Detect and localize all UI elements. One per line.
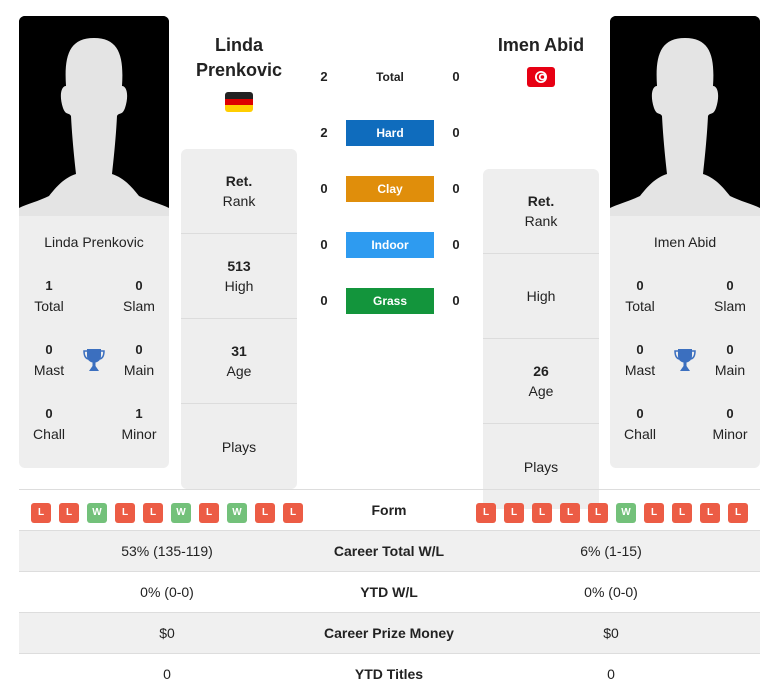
p2-title-total: 0 Total <box>625 278 655 314</box>
surface-clay[interactable]: Clay <box>346 176 434 202</box>
p1-title-main: 0 Main <box>123 342 155 378</box>
player1-stat: 53% (135-119) <box>121 543 213 559</box>
player2-h2h-count: 0 <box>452 125 460 140</box>
silhouette-icon <box>19 16 169 216</box>
player1-name[interactable]: Linda Prenkovic <box>181 33 297 83</box>
form-loss-badge[interactable]: L <box>476 503 496 523</box>
stat-label: Career Prize Money <box>324 625 454 641</box>
player1-photo[interactable] <box>19 16 169 216</box>
form-loss-badge[interactable]: L <box>532 503 552 523</box>
form-loss-badge[interactable]: L <box>644 503 664 523</box>
player1-h2h-count: 2 <box>320 69 328 84</box>
player2-stat: $0 <box>603 625 619 641</box>
surface-grass[interactable]: Grass <box>346 288 434 314</box>
player2-stat: 6% (1-15) <box>580 543 642 559</box>
p2-high: High <box>483 254 599 339</box>
surface-total[interactable]: Total <box>346 64 434 90</box>
player2-card-name: Imen Abid <box>653 234 717 250</box>
form-loss-badge[interactable]: L <box>588 503 608 523</box>
stats-row: 0% (0-0) YTD W/L 0% (0-0) <box>19 571 760 612</box>
h2h-row-hard: 2 Hard 0 <box>310 120 470 146</box>
player2-h2h-count: 0 <box>452 293 460 308</box>
player2-h2h-count: 0 <box>452 181 460 196</box>
player1-h2h-count: 0 <box>320 293 328 308</box>
player1-h2h-count: 0 <box>320 237 328 252</box>
stat-label: Career Total W/L <box>333 543 445 559</box>
player2-stat: 0% (0-0) <box>584 584 638 600</box>
p1-title-mast: 0 Mast <box>33 342 65 378</box>
p2-age: 26 Age <box>483 339 599 424</box>
player2-photo[interactable] <box>610 16 760 216</box>
form-loss-badge[interactable]: L <box>504 503 524 523</box>
player2-card: Imen Abid 0 Total 0 Slam 0 Mast 0 Main 0 Chal… <box>610 16 760 468</box>
trophy-icon <box>672 347 698 373</box>
germany-flag-icon <box>225 92 253 112</box>
h2h-row-total: 2 Total 0 <box>310 64 470 90</box>
stats-row: 53% (135-119) Career Total W/L 6% (1-15) <box>19 530 760 571</box>
player1-info: Ret. Rank 513 High 31 Age Plays <box>181 149 297 489</box>
form-loss-badge[interactable]: L <box>700 503 720 523</box>
form-row: LLWLLWLWLL Form LLLLLWLLLL <box>19 489 760 530</box>
stats-row: $0 Career Prize Money $0 <box>19 612 760 653</box>
surface-hard[interactable]: Hard <box>346 120 434 146</box>
player1-h2h-count: 2 <box>320 125 328 140</box>
p1-plays: Plays <box>221 438 257 455</box>
surface-indoor[interactable]: Indoor <box>346 232 434 258</box>
h2h-row-grass: 0 Grass 0 <box>310 288 470 314</box>
stats-row: 0 YTD Titles 0 <box>19 653 760 694</box>
p1-rank: Ret. Rank <box>181 149 297 234</box>
p1-title-chall: 0 Chall <box>33 406 65 442</box>
form-loss-badge[interactable]: L <box>672 503 692 523</box>
p2-title-slam: 0 Slam <box>714 278 746 314</box>
tunisia-flag-icon <box>527 67 555 87</box>
p2-title-minor: 0 Minor <box>712 406 748 442</box>
p1-age: 31 Age <box>181 319 297 404</box>
form-win-badge[interactable]: W <box>616 503 636 523</box>
p1-title-slam: 0 Slam <box>123 278 155 314</box>
trophy-icon <box>81 347 107 373</box>
p1-title-total: 1 Total <box>34 278 64 314</box>
player2-stat: 0 <box>607 666 615 682</box>
p2-title-main: 0 Main <box>714 342 746 378</box>
stat-label: YTD W/L <box>360 584 418 600</box>
player2-form: LLLLLWLLLL <box>19 490 760 530</box>
player1-stat: 0% (0-0) <box>140 584 194 600</box>
p2-title-chall: 0 Chall <box>624 406 656 442</box>
player1-card-name: Linda Prenkovic <box>44 234 144 250</box>
player1-stat: $0 <box>159 625 175 641</box>
h2h-row-indoor: 0 Indoor 0 <box>310 232 470 258</box>
player2-h2h-count: 0 <box>452 237 460 252</box>
stat-label: YTD Titles <box>354 666 424 682</box>
p1-title-minor: 1 Minor <box>121 406 157 442</box>
player1-h2h-count: 0 <box>320 181 328 196</box>
player1-card: Linda Prenkovic 1 Total 0 Slam 0 Mast 0 Main… <box>19 16 169 468</box>
player1-stat: 0 <box>163 666 171 682</box>
player2-name[interactable]: Imen Abid <box>483 33 599 58</box>
form-loss-badge[interactable]: L <box>728 503 748 523</box>
p1-high: 513 High <box>181 234 297 319</box>
form-loss-badge[interactable]: L <box>560 503 580 523</box>
h2h-row-clay: 0 Clay 0 <box>310 176 470 202</box>
silhouette-icon <box>610 16 760 216</box>
p2-rank: Ret. Rank <box>483 169 599 254</box>
player2-info: Ret. Rank High 26 Age Plays <box>483 169 599 509</box>
player2-h2h-count: 0 <box>452 69 460 84</box>
p2-title-mast: 0 Mast <box>624 342 656 378</box>
